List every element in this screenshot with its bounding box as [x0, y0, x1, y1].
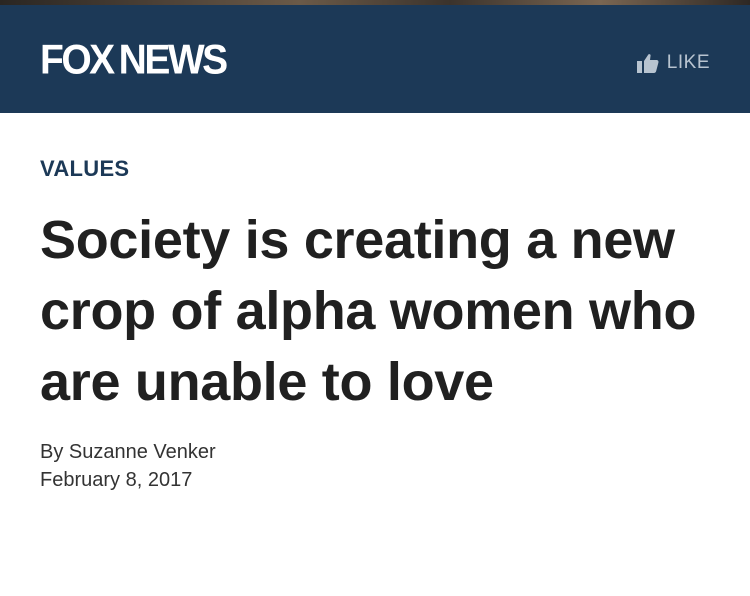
- site-header: FOX NEWS LIKE: [0, 5, 750, 113]
- article-content: VALUES Society is creating a new crop of…: [40, 113, 720, 494]
- article-date: February 8, 2017: [40, 469, 193, 491]
- category-link[interactable]: VALUES: [40, 156, 720, 182]
- like-label: LIKE: [666, 52, 710, 73]
- logo-text-fox: FOX: [40, 36, 115, 84]
- logo-text-news: NEWS: [118, 36, 229, 84]
- article-headline: Society is creating a new crop of alpha …: [40, 210, 697, 412]
- like-button[interactable]: LIKE: [636, 52, 710, 74]
- fox-news-logo[interactable]: FOX NEWS: [40, 36, 229, 84]
- article-byline: By Suzanne Venker: [40, 441, 216, 463]
- thumbs-up-icon: [636, 53, 659, 73]
